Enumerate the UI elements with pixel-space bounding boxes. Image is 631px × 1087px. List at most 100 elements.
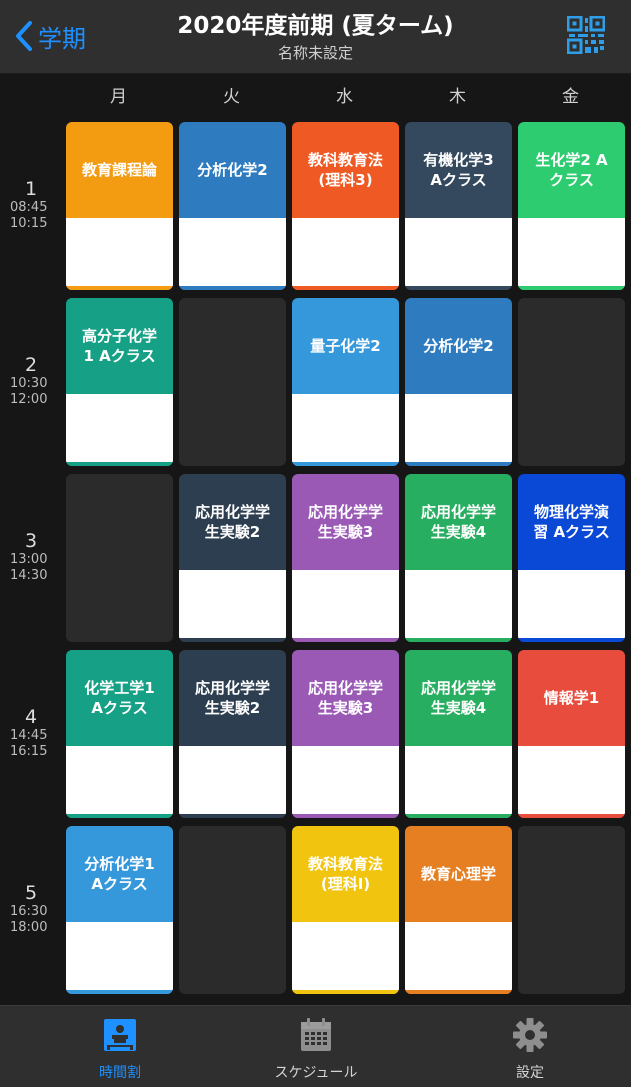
- course-name: 物理化学演 習 Aクラス: [533, 503, 610, 541]
- period-number: 3: [24, 530, 38, 552]
- course-color-strip: [179, 814, 286, 818]
- course-cell[interactable]: 化学工学1 Aクラス: [66, 650, 173, 818]
- course-notes-area: [66, 746, 173, 814]
- page-title: 2020年度前期 (夏ターム): [177, 13, 454, 39]
- course-notes-area: [405, 922, 512, 990]
- course-cell[interactable]: 教育課程論: [66, 122, 173, 290]
- course-name: 教科教育法 (理科I): [307, 855, 383, 893]
- course-color-strip: [405, 814, 512, 818]
- course-notes-area: [66, 218, 173, 286]
- tab-bar: 時間割 スケジュール 設定: [0, 1005, 631, 1087]
- course-notes-area: [66, 922, 173, 990]
- course-color-strip: [405, 990, 512, 994]
- course-cell[interactable]: 物理化学演 習 Aクラス: [518, 474, 625, 642]
- timetable-icon: [104, 1019, 136, 1051]
- course-color-strip: [405, 638, 512, 642]
- course-name: 分析化学2: [423, 337, 494, 355]
- empty-slot[interactable]: [518, 298, 625, 466]
- course-color-strip: [405, 462, 512, 466]
- page-subtitle: 名称未設定: [277, 44, 353, 62]
- course-color-strip: [292, 286, 399, 290]
- period-start-time: 14:45: [10, 728, 48, 743]
- course-name: 応用化学学 生実験3: [307, 679, 383, 717]
- empty-slot[interactable]: [518, 826, 625, 994]
- tab-schedule[interactable]: スケジュール: [236, 1016, 396, 1082]
- course-color-strip: [518, 638, 625, 642]
- course-notes-area: [405, 570, 512, 638]
- course-name: 教科教育法 (理科3): [307, 151, 383, 189]
- course-cell[interactable]: 生化学2 A クラス: [518, 122, 625, 290]
- course-cell[interactable]: 応用化学学 生実験2: [179, 474, 286, 642]
- course-name: 生化学2 A クラス: [535, 151, 608, 189]
- course-cell[interactable]: 高分子化学 1 Aクラス: [66, 298, 173, 466]
- tab-settings[interactable]: 設定: [450, 1016, 610, 1082]
- course-color-strip: [405, 286, 512, 290]
- course-notes-area: [292, 218, 399, 286]
- course-name: 有機化学3 Aクラス: [423, 151, 494, 189]
- day-label-mon: 月: [110, 87, 127, 107]
- course-color-strip: [179, 638, 286, 642]
- course-notes-area: [405, 746, 512, 814]
- course-color-strip: [518, 814, 625, 818]
- course-cell[interactable]: 情報学1: [518, 650, 625, 818]
- course-color-strip: [292, 462, 399, 466]
- course-notes-area: [292, 746, 399, 814]
- course-notes-area: [292, 570, 399, 638]
- course-cell[interactable]: 分析化学2: [405, 298, 512, 466]
- period-start-time: 08:45: [10, 200, 48, 215]
- course-name: 応用化学学 生実験4: [420, 679, 496, 717]
- tab-settings-label: 設定: [516, 1065, 544, 1081]
- period-start-time: 16:30: [10, 904, 48, 919]
- day-label-thu: 木: [449, 87, 466, 107]
- period-number: 5: [24, 882, 38, 904]
- course-cell[interactable]: 教科教育法 (理科3): [292, 122, 399, 290]
- tab-timetable[interactable]: 時間割: [40, 1016, 200, 1082]
- period-label-3: 3 13:00 14:30: [0, 530, 62, 584]
- period-end-time: 12:00: [10, 392, 48, 407]
- course-cell[interactable]: 応用化学学 生実験4: [405, 650, 512, 818]
- course-notes-area: [518, 746, 625, 814]
- day-label-wed: 水: [336, 87, 353, 107]
- qr-code-icon[interactable]: [567, 16, 605, 54]
- course-cell[interactable]: 応用化学学 生実験3: [292, 474, 399, 642]
- period-end-time: 10:15: [10, 216, 48, 231]
- course-name: 化学工学1 Aクラス: [84, 679, 155, 717]
- period-number: 2: [24, 354, 38, 376]
- period-number: 4: [24, 706, 38, 728]
- course-cell[interactable]: 応用化学学 生実験3: [292, 650, 399, 818]
- course-color-strip: [292, 814, 399, 818]
- course-cell[interactable]: 有機化学3 Aクラス: [405, 122, 512, 290]
- course-cell[interactable]: 教育心理学: [405, 826, 512, 994]
- course-color-strip: [66, 990, 173, 994]
- day-label-fri: 金: [562, 87, 579, 107]
- period-label-1: 1 08:45 10:15: [0, 178, 62, 232]
- period-number: 1: [24, 178, 38, 200]
- course-cell[interactable]: 応用化学学 生実験2: [179, 650, 286, 818]
- course-notes-area: [179, 746, 286, 814]
- course-notes-area: [66, 394, 173, 462]
- empty-slot[interactable]: [66, 474, 173, 642]
- empty-slot[interactable]: [179, 298, 286, 466]
- course-name: 分析化学2: [197, 161, 268, 179]
- gear-icon: [513, 1018, 547, 1052]
- course-name: 応用化学学 生実験4: [420, 503, 496, 541]
- course-name: 高分子化学 1 Aクラス: [81, 327, 157, 365]
- course-cell[interactable]: 分析化学1 Aクラス: [66, 826, 173, 994]
- period-label-4: 4 14:45 16:15: [0, 706, 62, 760]
- course-notes-area: [405, 218, 512, 286]
- tab-timetable-label: 時間割: [99, 1065, 141, 1081]
- period-start-time: 10:30: [10, 376, 48, 391]
- course-color-strip: [292, 638, 399, 642]
- course-cell[interactable]: 応用化学学 生実験4: [405, 474, 512, 642]
- course-name: 量子化学2: [310, 337, 381, 355]
- course-cell[interactable]: 量子化学2: [292, 298, 399, 466]
- course-color-strip: [292, 990, 399, 994]
- course-notes-area: [518, 570, 625, 638]
- period-end-time: 14:30: [10, 568, 48, 583]
- empty-slot[interactable]: [179, 826, 286, 994]
- course-cell[interactable]: 分析化学2: [179, 122, 286, 290]
- course-cell[interactable]: 教科教育法 (理科I): [292, 826, 399, 994]
- day-label-tue: 火: [223, 87, 240, 107]
- weekday-header: 月 火 水 木 金: [62, 82, 631, 112]
- course-notes-area: [179, 218, 286, 286]
